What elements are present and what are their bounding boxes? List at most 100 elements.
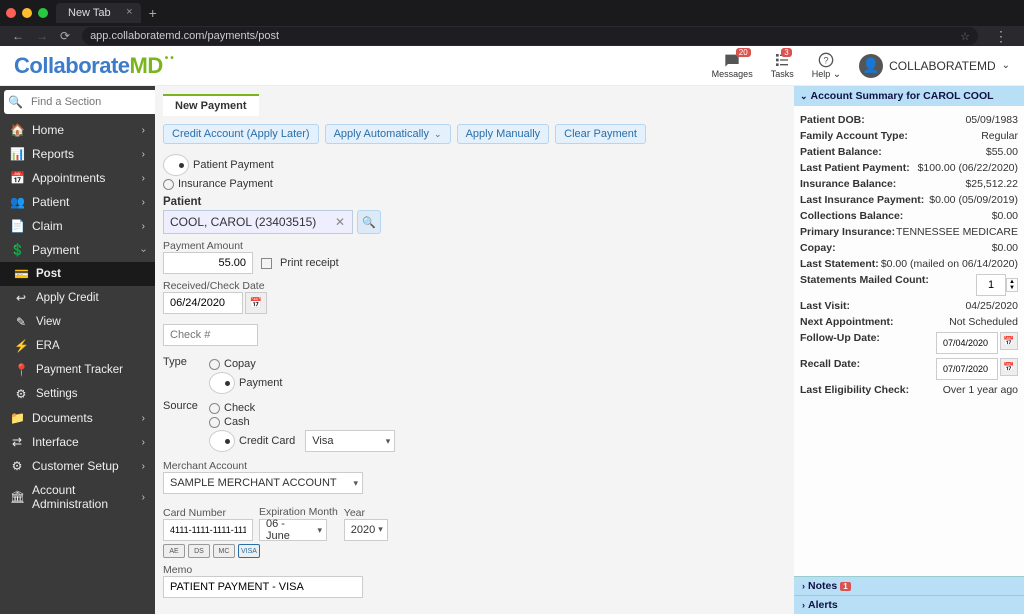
summary-row: Copay:$0.00: [800, 240, 1018, 256]
type-copay-radio[interactable]: [209, 359, 220, 370]
iface-icon: ⇄: [10, 435, 24, 449]
summary-row: Patient DOB:05/09/1983: [800, 112, 1018, 128]
sidebar-subitem-era[interactable]: ⚡ERA: [0, 334, 155, 358]
tasks-badge: 3: [781, 48, 791, 57]
type-payment-radio[interactable]: [209, 372, 235, 394]
summary-key: Insurance Balance:: [800, 178, 896, 190]
summary-key: Recall Date:: [800, 358, 860, 380]
sidebar-item-interface[interactable]: ⇄Interface›: [0, 430, 155, 454]
patient-field[interactable]: COOL, CAROL (23403515): [163, 210, 353, 234]
summary-title: Account Summary for CAROL COOL: [811, 90, 994, 102]
chevron-right-icon: ›: [142, 221, 145, 232]
sidebar-item-label: View: [36, 316, 61, 328]
exp-month-select[interactable]: 06 - June: [259, 519, 327, 541]
stepper[interactable]: ▲▼: [1006, 278, 1018, 292]
chevron-right-icon: ›: [142, 173, 145, 184]
sidebar-subitem-view[interactable]: ✎View: [0, 310, 155, 334]
patient-search-button[interactable]: 🔍: [357, 210, 381, 234]
summary-row: Collections Balance:$0.00: [800, 208, 1018, 224]
print-receipt-label: Print receipt: [280, 257, 339, 269]
tab-new-payment[interactable]: New Payment: [163, 94, 259, 116]
alerts-toggle[interactable]: ›Alerts: [794, 595, 1024, 614]
sidebar-item-reports[interactable]: 📊Reports›: [0, 142, 155, 166]
credit-account-button[interactable]: Credit Account (Apply Later): [163, 124, 319, 144]
address-bar[interactable]: app.collaboratemd.com/payments/post ☆: [82, 27, 978, 45]
close-window-icon[interactable]: [6, 8, 16, 18]
check-number-input[interactable]: [163, 324, 258, 346]
sidebar-item-label: Home: [32, 123, 64, 137]
source-check-radio[interactable]: [209, 403, 220, 414]
type-payment-label: Payment: [239, 377, 282, 389]
sidebar-item-customer-setup[interactable]: ⚙Customer Setup›: [0, 454, 155, 478]
gear-icon: ⚙: [14, 387, 28, 401]
home-icon: 🏠: [10, 123, 24, 137]
back-button[interactable]: ←: [12, 29, 24, 43]
user-menu[interactable]: 👤 COLLABORATEMD ⌄: [859, 54, 1010, 78]
summary-row: Last Eligibility Check:Over 1 year ago: [800, 382, 1018, 398]
summary-header[interactable]: ⌄Account Summary for CAROL COOL: [794, 86, 1024, 106]
close-tab-icon[interactable]: ×: [126, 6, 132, 18]
payment-amount-input[interactable]: [163, 252, 253, 274]
tasks-button[interactable]: 3 Tasks: [771, 52, 794, 79]
date-input[interactable]: [936, 332, 998, 354]
card-number-input[interactable]: [163, 519, 253, 541]
logo-text-b: MD: [130, 53, 163, 78]
sidebar-subitem-settings[interactable]: ⚙Settings: [0, 382, 155, 406]
apply-manually-button[interactable]: Apply Manually: [457, 124, 550, 144]
minimize-window-icon[interactable]: [22, 8, 32, 18]
summary-row: Recall Date: 📅: [800, 356, 1018, 382]
patient-payment-label: Patient Payment: [193, 159, 274, 171]
summary-key: Patient Balance:: [800, 146, 882, 158]
avatar-icon: 👤: [859, 54, 883, 78]
user-name: COLLABORATEMD: [889, 59, 995, 73]
merchant-account-select[interactable]: SAMPLE MERCHANT ACCOUNT: [163, 472, 363, 494]
sidebar-subitem-payment-tracker[interactable]: 📍Payment Tracker: [0, 358, 155, 382]
reload-button[interactable]: ⟳: [60, 29, 70, 43]
clear-payment-button[interactable]: Clear Payment: [555, 124, 646, 144]
browser-tab[interactable]: New Tab ×: [56, 3, 141, 23]
memo-input[interactable]: [163, 576, 363, 598]
sidebar-item-payment[interactable]: 💲Payment›: [0, 238, 155, 262]
cal-icon: 📅: [10, 171, 24, 185]
maximize-window-icon[interactable]: [38, 8, 48, 18]
calendar-icon[interactable]: 📅: [1000, 332, 1018, 350]
window-controls[interactable]: [6, 8, 48, 18]
sidebar-item-home[interactable]: 🏠Home›: [0, 118, 155, 142]
calendar-icon[interactable]: 📅: [1000, 358, 1018, 376]
date-input[interactable]: [936, 358, 998, 380]
sidebar-item-label: Documents: [32, 411, 93, 425]
sidebar-item-appointments[interactable]: 📅Appointments›: [0, 166, 155, 190]
sidebar-item-claim[interactable]: 📄Claim›: [0, 214, 155, 238]
browser-menu-icon[interactable]: ⋮: [990, 28, 1012, 45]
cc-type-select[interactable]: Visa: [305, 430, 395, 452]
sidebar-item-documents[interactable]: 📁Documents›: [0, 406, 155, 430]
new-tab-button[interactable]: +: [149, 5, 157, 21]
sidebar-item-account-administration[interactable]: 🏛Account Administration›: [0, 478, 155, 516]
sidebar-search[interactable]: 🔍: [4, 90, 177, 114]
bookmark-icon[interactable]: ☆: [960, 30, 970, 43]
visa-icon: VISA: [238, 544, 260, 558]
calendar-icon[interactable]: 📅: [245, 292, 267, 314]
print-receipt-checkbox[interactable]: [261, 258, 272, 269]
source-cash-radio[interactable]: [209, 417, 220, 428]
messages-button[interactable]: 20 Messages: [712, 52, 753, 79]
patient-payment-radio[interactable]: [163, 154, 189, 176]
summary-key: Statements Mailed Count:: [800, 274, 929, 296]
notes-label: Notes: [808, 580, 837, 592]
received-date-input[interactable]: [163, 292, 243, 314]
sidebar-item-patient[interactable]: 👥Patient›: [0, 190, 155, 214]
summary-row: Family Account Type:Regular: [800, 128, 1018, 144]
insurance-payment-radio[interactable]: [163, 179, 174, 190]
notes-badge: 1: [840, 582, 850, 591]
source-credit-card-radio[interactable]: [209, 430, 235, 452]
forward-button[interactable]: →: [36, 29, 48, 43]
exp-year-select[interactable]: 2020: [344, 519, 388, 541]
clear-patient-icon[interactable]: ✕: [335, 215, 345, 229]
apply-automatically-button[interactable]: Apply Automatically ⌄: [325, 124, 451, 144]
sidebar-subitem-post[interactable]: 💳Post: [0, 262, 155, 286]
statements-count-input[interactable]: [976, 274, 1006, 296]
help-button[interactable]: ? Help ⌄: [812, 52, 841, 80]
notes-toggle[interactable]: ›Notes1: [794, 576, 1024, 595]
sidebar-subitem-apply-credit[interactable]: ↩Apply Credit: [0, 286, 155, 310]
mastercard-icon: MC: [213, 544, 235, 558]
